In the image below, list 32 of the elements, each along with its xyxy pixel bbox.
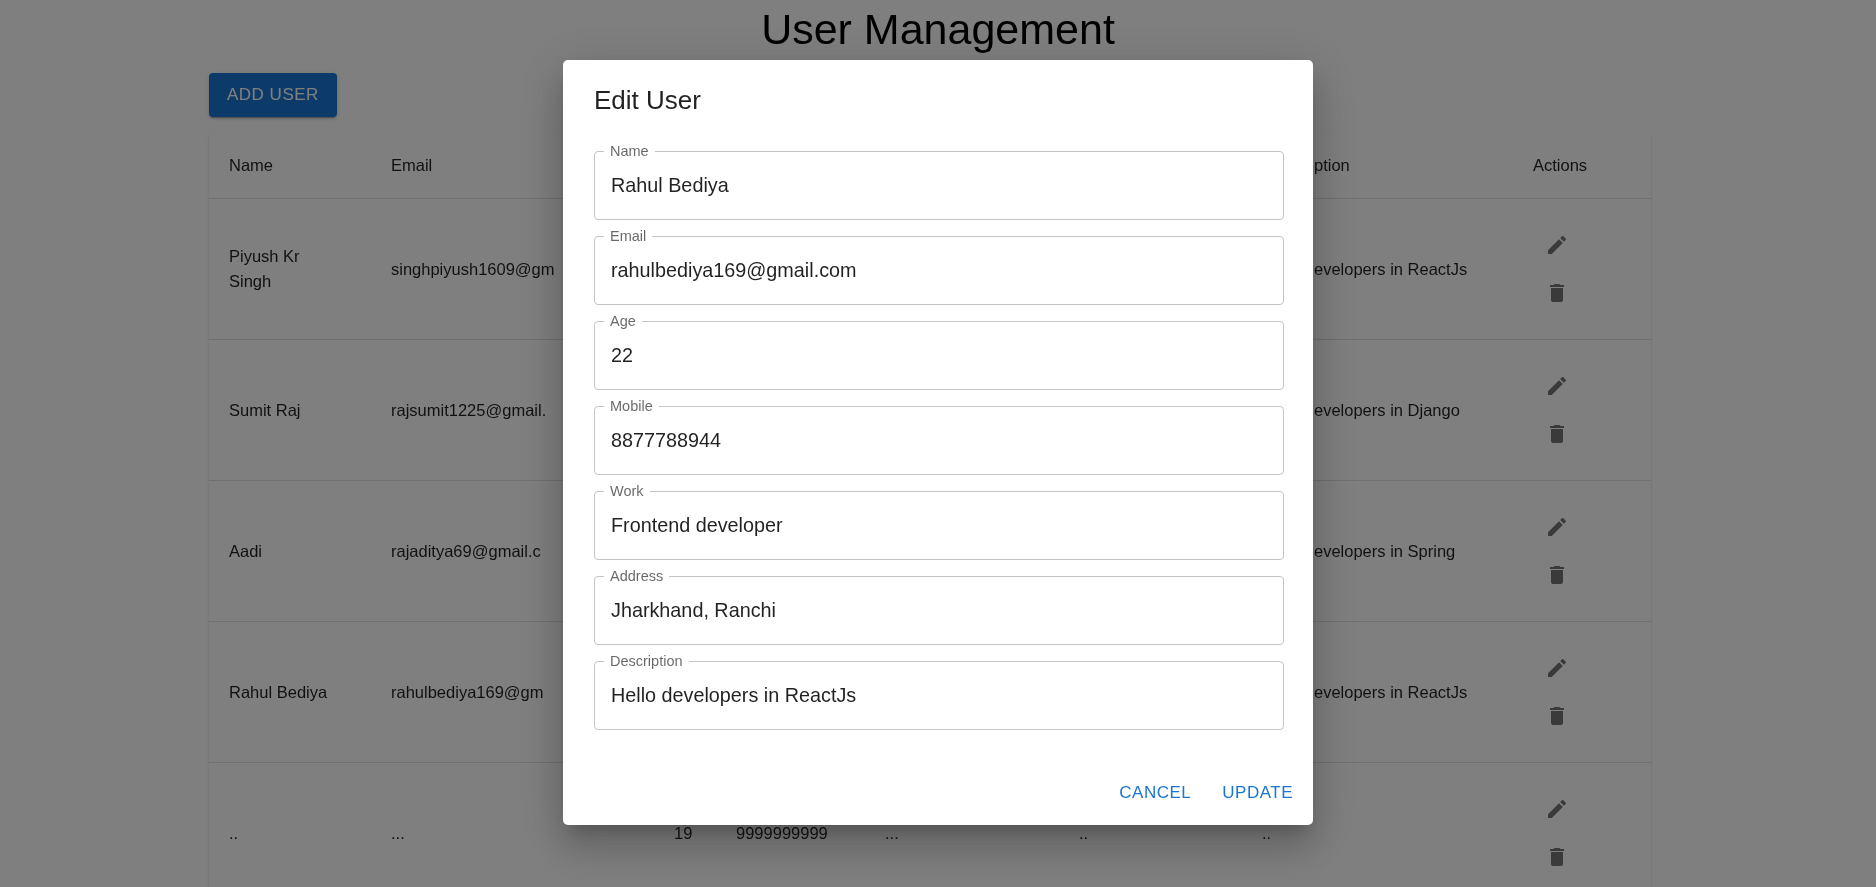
field-label: Email (604, 227, 653, 244)
column-header: Actions (1533, 155, 1588, 174)
user-name: Aadi (229, 540, 264, 562)
user-address: .. (1079, 823, 1089, 842)
dialog-title: Edit User (593, 84, 702, 117)
user-name: .. (229, 822, 240, 844)
column-header: Name (229, 155, 273, 174)
user-email: ... (391, 823, 405, 842)
user-name: Piyush Kr Singh (229, 246, 301, 293)
user-description: evelopers in ReactJs (1314, 259, 1468, 278)
field-label: Work (604, 482, 650, 499)
page-title: User Management (760, 4, 1116, 55)
column-header: Email (391, 155, 433, 174)
user-mobile: 9999999999 (736, 823, 828, 842)
field-label: Address (604, 567, 670, 584)
cancel-button[interactable]: CANCEL (1110, 771, 1201, 814)
column-header: ption (1314, 155, 1350, 174)
user-description: evelopers in Spring (1314, 541, 1456, 560)
user-email: rajsumit1225@gmail. (391, 400, 547, 419)
user-age: 19 (674, 823, 693, 842)
field-label: Mobile (604, 397, 659, 414)
user-email: rahulbediya169@gm (391, 682, 544, 701)
user-description: evelopers in Django (1314, 400, 1460, 419)
user-email: rajaditya69@gmail.c (391, 541, 541, 560)
user-email: singhpiyush1609@gm (391, 259, 555, 278)
user-name: Rahul Bediya (229, 681, 329, 703)
user-description: .. (1262, 823, 1272, 842)
user-name: Sumit Raj (229, 399, 302, 421)
user-work: ... (885, 823, 899, 842)
field-label: Description (604, 652, 689, 669)
user-description: evelopers in ReactJs (1314, 682, 1468, 701)
update-button[interactable]: UPDATE (1213, 771, 1302, 814)
